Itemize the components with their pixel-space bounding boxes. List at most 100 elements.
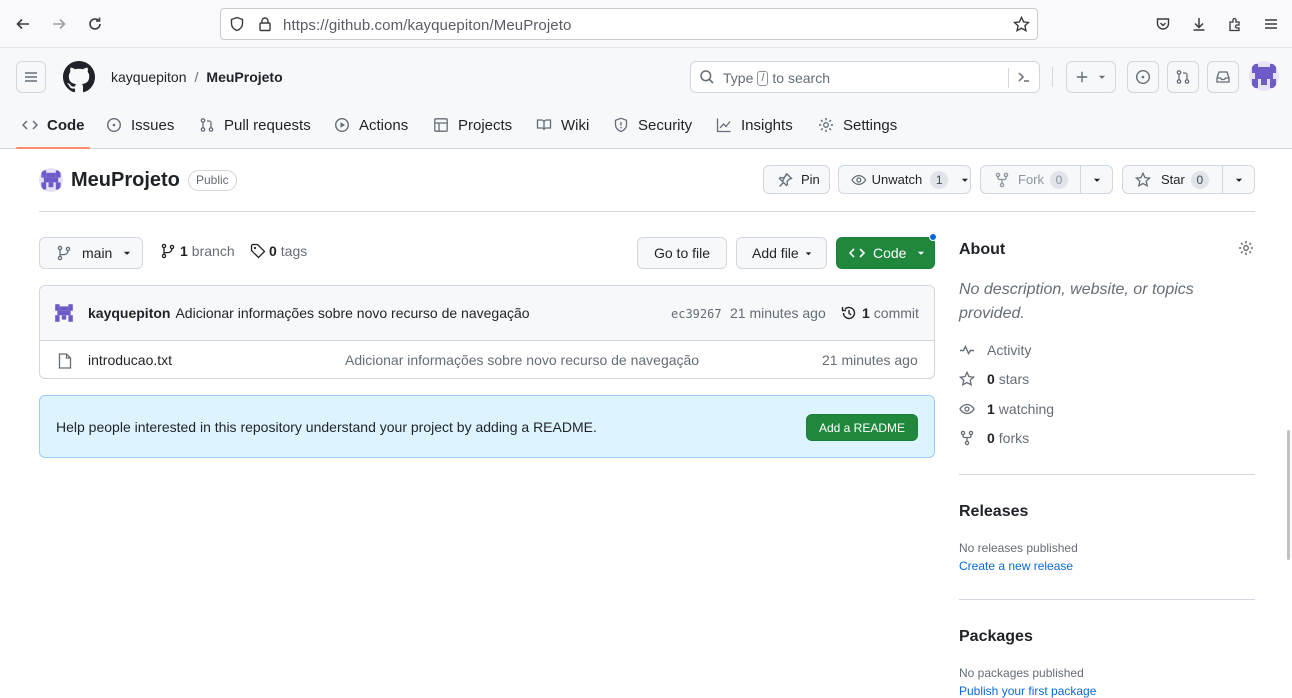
reload-icon[interactable]	[83, 12, 107, 36]
menu-icon[interactable]	[1259, 12, 1283, 36]
chevron-down-icon	[918, 251, 925, 255]
chevron-down-icon	[805, 251, 812, 255]
watching-label: watching	[998, 401, 1055, 417]
user-avatar[interactable]	[1249, 61, 1279, 91]
tab-pull-requests-label: Pull requests	[224, 116, 311, 134]
repo-title[interactable]: MeuProjeto	[71, 169, 180, 192]
hamburger-icon	[25, 72, 37, 82]
packages-heading[interactable]: Packages	[959, 628, 1033, 646]
inbox-icon	[1216, 71, 1230, 83]
tab-issues[interactable]: Issues	[106, 114, 174, 136]
watching-count: 1	[987, 401, 995, 417]
forks-link[interactable]: 0 forks	[959, 430, 1029, 446]
star-button[interactable]: Star 0	[1122, 165, 1255, 194]
tag-count-label: tags	[280, 243, 308, 259]
hamburger-menu-button[interactable]	[16, 61, 46, 93]
eye-icon	[959, 403, 975, 415]
create-new-button[interactable]	[1066, 61, 1116, 93]
tab-pull-requests[interactable]: Pull requests	[199, 114, 311, 136]
file-name-link[interactable]: introducao.txt	[88, 352, 172, 368]
tags-link[interactable]: 0 tags	[250, 243, 307, 259]
extensions-icon[interactable]	[1223, 12, 1247, 36]
tab-settings[interactable]: Settings	[818, 114, 897, 136]
forks-count: 0	[987, 430, 995, 446]
fork-icon	[995, 172, 1009, 187]
tab-code-label: Code	[47, 116, 85, 134]
code-button[interactable]: Code	[836, 233, 937, 269]
watching-link[interactable]: 1 watching	[959, 401, 1054, 417]
publish-package-link[interactable]: Publish your first package	[959, 684, 1096, 698]
tab-security-label: Security	[638, 116, 693, 134]
download-icon[interactable]	[1187, 12, 1211, 36]
issues-button[interactable]	[1127, 61, 1159, 93]
releases-heading[interactable]: Releases	[959, 503, 1028, 521]
github-logo-icon[interactable]	[63, 61, 95, 93]
tab-insights[interactable]: Insights	[716, 114, 793, 136]
tab-actions[interactable]: Actions	[334, 114, 408, 136]
lock-icon[interactable]	[257, 16, 273, 32]
forward-icon[interactable]	[47, 12, 71, 36]
commit-count: 1	[862, 305, 870, 321]
shield-icon[interactable]	[229, 16, 245, 32]
code-button-label: Code	[873, 245, 907, 261]
about-description: No description, website, or topics provi…	[959, 281, 1194, 322]
pulse-icon	[960, 344, 974, 355]
add-file-button[interactable]: Add file	[736, 237, 827, 269]
tab-projects-label: Projects	[458, 116, 513, 134]
notification-dot	[929, 233, 937, 241]
tab-projects[interactable]: Projects	[433, 114, 512, 136]
latest-commit-row: kayquepiton Adicionar informações sobre …	[40, 286, 934, 341]
pocket-icon[interactable]	[1151, 12, 1175, 36]
commit-author[interactable]: kayquepiton	[88, 305, 170, 321]
create-release-link[interactable]: Create a new release	[959, 559, 1073, 573]
breadcrumb-separator: /	[194, 69, 199, 85]
tab-wiki[interactable]: Wiki	[536, 114, 589, 136]
url-bar[interactable]: https://github.com/kayquepiton/MeuProjet…	[220, 8, 1038, 40]
identicon-icon	[1252, 64, 1276, 88]
tag-count: 0	[269, 243, 277, 259]
fork-button[interactable]: Fork 0	[980, 165, 1113, 194]
unwatch-button[interactable]: Unwatch 1	[838, 165, 971, 194]
pull-request-icon	[1176, 70, 1190, 84]
back-icon[interactable]	[11, 12, 35, 36]
add-readme-button[interactable]: Add a README	[806, 414, 918, 441]
file-icon	[58, 353, 72, 369]
commit-author-avatar[interactable]	[53, 302, 75, 324]
tab-security[interactable]: Security	[613, 114, 692, 136]
bookmark-star-icon[interactable]	[1013, 16, 1030, 33]
tab-settings-label: Settings	[843, 116, 898, 134]
gear-icon[interactable]	[1238, 240, 1254, 256]
pull-requests-button[interactable]	[1167, 61, 1199, 93]
go-to-file-button[interactable]: Go to file	[637, 237, 727, 269]
owner-link[interactable]: kayquepiton	[111, 69, 187, 85]
chevron-down-icon	[124, 251, 131, 255]
tab-code[interactable]: Code	[22, 114, 85, 136]
shield-icon	[614, 117, 628, 133]
search-shortcut-key: /	[757, 70, 769, 86]
inbox-button[interactable]	[1207, 61, 1239, 93]
branches-link[interactable]: 1 branch	[160, 243, 235, 259]
stars-link[interactable]: 0 stars	[959, 371, 1029, 387]
unwatch-label: Unwatch	[871, 172, 923, 187]
commit-history-link[interactable]: 1 commit	[841, 305, 919, 321]
eye-icon	[851, 174, 867, 185]
active-tab-indicator	[16, 147, 90, 149]
search-placeholder-suffix: to search	[772, 70, 831, 86]
commit-message[interactable]: Adicionar informações sobre novo recurso…	[175, 305, 529, 321]
file-commit-message[interactable]: Adicionar informações sobre novo recurso…	[345, 352, 699, 368]
url-text[interactable]: https://github.com/kayquepiton/MeuProjet…	[283, 17, 571, 34]
activity-label: Activity	[987, 342, 1032, 358]
page-scrollbar[interactable]	[1287, 430, 1290, 560]
identicon-icon	[55, 304, 73, 322]
chevron-down-icon	[1098, 75, 1106, 79]
chevron-down-icon	[962, 178, 969, 182]
branch-selector[interactable]: main	[39, 237, 143, 269]
activity-link[interactable]: Activity	[959, 342, 1031, 358]
commit-sha[interactable]: ec39267	[671, 307, 722, 321]
search-input[interactable]: Type / to search	[690, 61, 1040, 93]
repo-link[interactable]: MeuProjeto	[206, 69, 282, 85]
command-palette-icon[interactable]	[1016, 69, 1032, 85]
pin-button[interactable]: Pin	[763, 165, 830, 194]
repo-owner-avatar[interactable]	[39, 168, 63, 192]
sidebar-divider	[959, 474, 1255, 475]
